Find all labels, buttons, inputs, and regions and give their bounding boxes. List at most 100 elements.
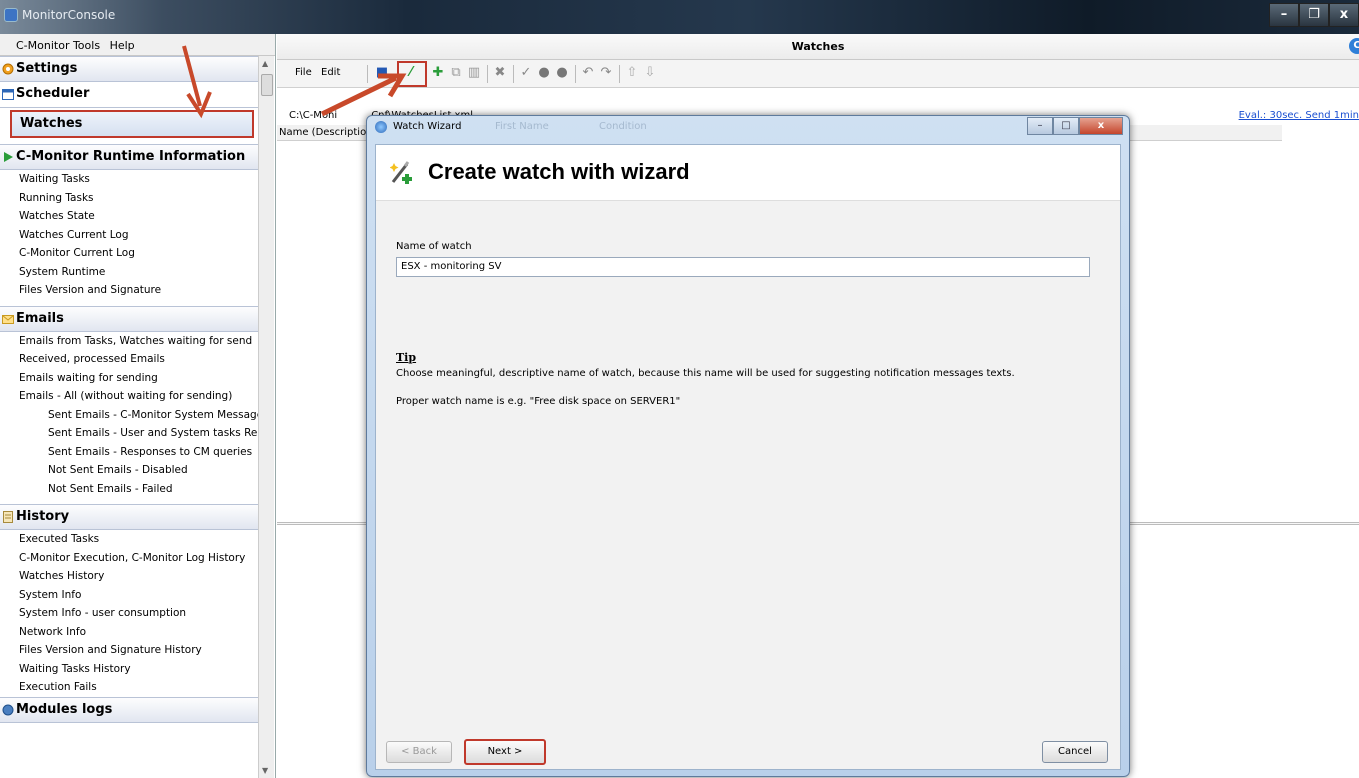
nav-item-not-sent-failed[interactable]: Not Sent Emails - Failed [0,480,258,499]
nav-item-files-version[interactable]: Files Version and Signature [0,281,258,300]
maximize-button[interactable]: ❐ [1299,3,1329,27]
main-title: Watches [791,40,845,53]
disable-icon[interactable]: ● [555,66,569,80]
dialog-body: Create watch with wizard Name of watch E… [375,144,1121,770]
nav-watches-label: Watches [20,116,83,131]
app-icon [4,8,18,22]
toolbar: File Edit ■ ⁄ ✚ ⧉ ▥ ✖ ✓ ● ● ↶ ↷ ⇧ ⇩ [277,60,1359,88]
section-modules-header[interactable]: Modules logs [0,696,258,723]
menu-help[interactable]: Help [110,39,135,52]
eval-link[interactable]: Eval.: 30sec. Send 1min [1239,110,1359,121]
add-icon[interactable]: ✚ [431,66,445,80]
navigation-pane: C-Monitor Tools Help Settings Scheduler … [0,34,276,778]
nav-item-watches-current-log[interactable]: Watches Current Log [0,226,258,245]
nav-item-system-runtime[interactable]: System Runtime [0,263,258,282]
nav-item-waiting-tasks[interactable]: Waiting Tasks [0,170,258,189]
tip-heading: Tip [396,351,417,364]
undo-icon[interactable]: ↶ [581,66,595,80]
scroll-thumb[interactable] [261,74,273,96]
nav-item-sent-system[interactable]: Sent Emails - C-Monitor System Message [0,406,258,425]
window-controls: – ❐ x [1269,3,1359,27]
check-icon[interactable]: ✓ [519,66,533,80]
nav-item-execution-log-history[interactable]: C-Monitor Execution, C-Monitor Log Histo… [0,549,258,568]
back-button[interactable]: < Back [386,741,452,763]
dialog-minimize-button[interactable]: – [1027,117,1053,135]
column-name-header[interactable]: Name (Descriptio [279,127,366,138]
nav-item-system-info-user[interactable]: System Info - user consumption [0,604,258,623]
nav-scheduler-label: Scheduler [16,86,90,101]
dialog-title: Watch Wizard [393,121,462,132]
dialog-close-button[interactable]: x [1079,117,1123,135]
cancel-button[interactable]: Cancel [1042,741,1108,763]
window-titlebar: MonitorConsole – ❐ x [0,0,1359,34]
nav-item-waiting-tasks-history[interactable]: Waiting Tasks History [0,660,258,679]
minimize-button[interactable]: – [1269,3,1299,27]
nav-scrollbar[interactable]: ▲ ▼ [258,56,274,778]
watch-wizard-dialog: Watch Wizard First Name Condition – □ x … [366,115,1130,777]
play-icon [4,152,13,162]
nav-item-sent-responses[interactable]: Sent Emails - Responses to CM queries [0,443,258,462]
move-up-icon[interactable]: ⇧ [625,66,639,80]
scroll-up-icon[interactable]: ▲ [262,59,268,68]
section-history-header[interactable]: History [0,504,258,530]
section-emails-label: Emails [16,310,64,326]
watch-name-label: Name of watch [396,241,472,252]
section-emails-header[interactable]: Emails [0,305,258,332]
nav-item-emails-all[interactable]: Emails - All (without waiting for sendin… [0,387,258,406]
close-button[interactable]: x [1329,3,1359,27]
calendar-icon [2,89,14,100]
delete-icon[interactable]: ✖ [493,66,507,80]
nav-item-running-tasks[interactable]: Running Tasks [0,189,258,208]
copy-icon[interactable]: ⧉ [449,66,463,80]
watch-name-input[interactable]: ESX - monitoring SV [396,257,1090,277]
paste-icon[interactable]: ▥ [467,66,481,80]
nav-item-emails-waiting-sending[interactable]: Emails waiting for sending [0,369,258,388]
arrow-to-watches [182,45,212,119]
tip-text: Choose meaningful, descriptive name of w… [396,368,1015,379]
nav-item-execution-fails[interactable]: Execution Fails [0,678,258,697]
ghost-column-condition: Condition [599,121,647,132]
nav-list: Settings Scheduler Watches C-Monitor Run… [0,56,258,723]
envelope-icon [2,314,14,324]
section-history-label: History [16,509,70,524]
menu-bar: C-Monitor Tools Help [0,34,275,56]
modules-icon [2,704,14,715]
section-runtime-label: C-Monitor Runtime Information [16,149,246,164]
section-modules-label: Modules logs [16,701,113,717]
tip-example: Proper watch name is e.g. "Free disk spa… [396,396,681,407]
dialog-titlebar: Watch Wizard First Name Condition – □ x [367,116,1129,138]
arrow-to-wizard-button [320,73,407,117]
nav-item-cmonitor-current-log[interactable]: C-Monitor Current Log [0,244,258,263]
menu-file[interactable]: File [295,67,312,78]
section-runtime-header[interactable]: C-Monitor Runtime Information [0,144,258,170]
nav-item-received-emails[interactable]: Received, processed Emails [0,350,258,369]
wizard-window-icon [375,121,387,133]
dialog-heading: Create watch with wizard [428,159,690,184]
nav-item-files-version-history[interactable]: Files Version and Signature History [0,641,258,660]
dialog-controls: – □ x [1027,117,1123,135]
enable-icon[interactable]: ● [537,66,551,80]
move-down-icon[interactable]: ⇩ [643,66,657,80]
menu-cmonitor-tools[interactable]: C-Monitor Tools [16,39,100,52]
help-icon[interactable]: C [1349,38,1359,54]
nav-item-executed-tasks[interactable]: Executed Tasks [0,530,258,549]
ghost-column-first-name: First Name [495,121,549,132]
nav-item-watches-state[interactable]: Watches State [0,207,258,226]
scroll-down-icon[interactable]: ▼ [262,766,268,775]
gear-icon [2,63,14,75]
history-icon [3,511,13,523]
nav-item-emails-waiting[interactable]: Emails from Tasks, Watches waiting for s… [0,332,258,351]
nav-item-not-sent-disabled[interactable]: Not Sent Emails - Disabled [0,461,258,480]
nav-item-network-info[interactable]: Network Info [0,623,258,642]
nav-settings-label: Settings [16,61,78,76]
dialog-header: Create watch with wizard [376,145,1120,201]
window-title: MonitorConsole [22,8,116,22]
nav-item-watches-history[interactable]: Watches History [0,567,258,586]
wand-add-icon [390,161,412,184]
next-button[interactable]: Next > [464,739,546,765]
dialog-maximize-button[interactable]: □ [1053,117,1079,135]
main-title-bar: Watches C [277,34,1359,60]
nav-item-system-info[interactable]: System Info [0,586,258,605]
redo-icon[interactable]: ↷ [599,66,613,80]
nav-item-sent-user[interactable]: Sent Emails - User and System tasks Rec [0,424,258,443]
